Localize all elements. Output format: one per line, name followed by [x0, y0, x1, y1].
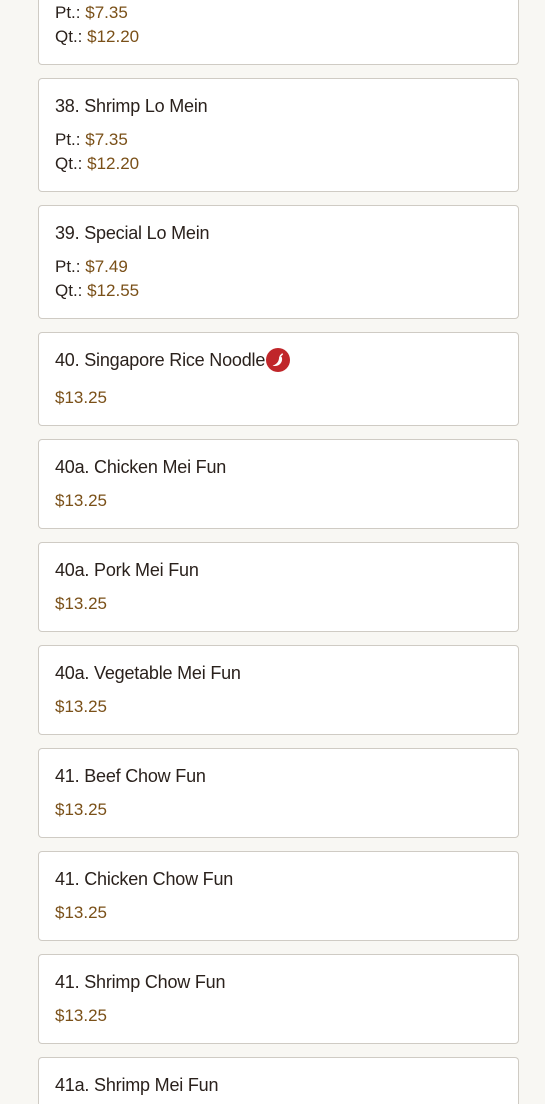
- menu-item-price: $13.25: [55, 800, 107, 820]
- price-label: Qt.:: [55, 154, 88, 173]
- menu-item-title: 41a. Shrimp Mei Fun: [55, 1075, 219, 1095]
- price-label: Pt.:: [55, 3, 86, 22]
- menu-item-card[interactable]: 40a. Vegetable Mei Fun $13.25: [38, 645, 519, 735]
- price-label: Pt.:: [55, 130, 86, 149]
- menu-item-title: 40a. Pork Mei Fun: [55, 560, 199, 580]
- price-value: $12.55: [87, 281, 140, 300]
- price-label: Qt.:: [55, 281, 88, 300]
- chili-pepper-icon: [266, 348, 290, 372]
- price-label: Pt.:: [55, 257, 86, 276]
- menu-item-price-quart: Qt.: $12.20: [55, 27, 139, 47]
- menu-item-price-quart: Qt.: $12.55: [55, 281, 139, 301]
- price-value: $12.20: [87, 27, 140, 46]
- price-value: $13.25: [55, 903, 107, 922]
- menu-item-card[interactable]: 40a. Pork Mei Fun $13.25: [38, 542, 519, 632]
- price-value: $13.25: [55, 800, 107, 819]
- price-label: Qt.:: [55, 27, 88, 46]
- menu-item-card[interactable]: 38. Shrimp Lo Mein Pt.: $7.35 Qt.: $12.2…: [38, 78, 519, 192]
- menu-item-price-pint: Pt.: $7.35: [55, 130, 128, 150]
- menu-item-price: $13.25: [55, 491, 107, 511]
- price-value: $7.35: [85, 3, 128, 22]
- menu-item-card[interactable]: 41. Shrimp Chow Fun $13.25: [38, 954, 519, 1044]
- menu-item-price: $13.25: [55, 388, 107, 408]
- menu-item-title: 41. Chicken Chow Fun: [55, 869, 234, 889]
- menu-item-card[interactable]: 40. Singapore Rice Noodle $13.25: [38, 332, 519, 426]
- menu-item-price: $13.25: [55, 903, 107, 923]
- price-value: $13.25: [55, 388, 107, 407]
- price-value: $13.25: [55, 491, 107, 510]
- menu-item-card[interactable]: 39. Special Lo Mein Pt.: $7.49 Qt.: $12.…: [38, 205, 519, 319]
- price-value: $13.25: [55, 594, 107, 613]
- price-value: $13.25: [55, 697, 107, 716]
- price-value: $12.20: [87, 154, 140, 173]
- menu-item-title: 39. Special Lo Mein: [55, 223, 210, 243]
- menu-item-card[interactable]: 41. Beef Chow Fun $13.25: [38, 748, 519, 838]
- menu-item-price-pint: Pt.: $7.49: [55, 257, 128, 277]
- menu-item-title: 40a. Vegetable Mei Fun: [55, 663, 241, 683]
- price-value: $7.49: [85, 257, 128, 276]
- menu-item-card[interactable]: 41a. Shrimp Mei Fun: [38, 1057, 519, 1104]
- menu-item-title: 40. Singapore Rice Noodle: [55, 350, 266, 370]
- menu-item-card[interactable]: 41. Chicken Chow Fun $13.25: [38, 851, 519, 941]
- menu-item-price-quart: Qt.: $12.20: [55, 154, 139, 174]
- menu-item-title: 38. Shrimp Lo Mein: [55, 96, 208, 116]
- menu-item-card[interactable]: 40a. Chicken Mei Fun $13.25: [38, 439, 519, 529]
- price-value: $7.35: [85, 130, 128, 149]
- menu-item-price: $13.25: [55, 697, 107, 717]
- menu-item-price-pint: Pt.: $7.35: [55, 3, 128, 23]
- menu-item-title: 41. Beef Chow Fun: [55, 766, 206, 786]
- menu-item-price: $13.25: [55, 594, 107, 614]
- menu-item-title: 41. Shrimp Chow Fun: [55, 972, 226, 992]
- menu-item-title: 40a. Chicken Mei Fun: [55, 457, 227, 477]
- price-value: $13.25: [55, 1006, 107, 1025]
- menu-item-card[interactable]: Pt.: $7.35 Qt.: $12.20: [38, 0, 519, 65]
- menu-item-price: $13.25: [55, 1006, 107, 1026]
